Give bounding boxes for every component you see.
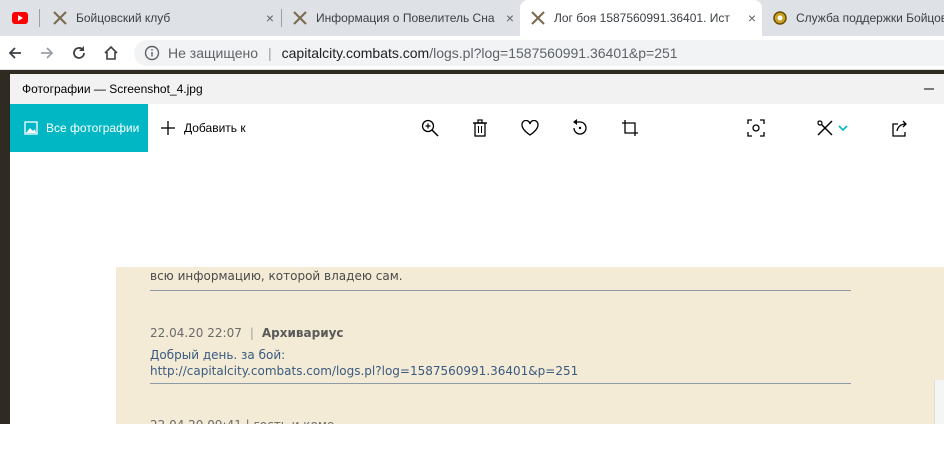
browser-tab-strip: Бойцовский клуб × Информация о Повелител… <box>0 0 944 36</box>
url-host: capitalcity.combats.com <box>281 45 430 61</box>
close-tab-icon[interactable]: × <box>266 11 274 25</box>
all-photos-label: Все фотографии <box>46 121 140 135</box>
share-button[interactable] <box>890 118 910 138</box>
trash-icon <box>473 119 487 137</box>
image-icon <box>24 121 38 135</box>
tab-title: Информация о Повелитель Сна <box>316 11 495 25</box>
post-text-line: Добрый день. за бой: <box>150 348 286 362</box>
tab-battle-log[interactable]: Лог боя 1587560991.36401. Ист × <box>520 0 762 36</box>
tab-separator <box>39 9 40 27</box>
post-header: 22.04.20 22:07 | Архивариус <box>150 326 344 340</box>
favorite-button[interactable] <box>520 118 540 138</box>
crop-button[interactable] <box>620 118 640 138</box>
crop-icon <box>622 120 638 136</box>
tab-fight-club[interactable]: Бойцовский клуб × <box>44 0 280 36</box>
rotate-icon <box>573 119 587 135</box>
tab-title: Лог боя 1587560991.36401. Ист <box>554 11 730 25</box>
plus-icon <box>161 121 175 135</box>
zoom-in-icon <box>421 119 439 137</box>
arrow-left-icon <box>8 47 21 59</box>
home-icon <box>104 45 118 60</box>
url-path: /logs.pl?log=1587560991.36401&p=251 <box>429 45 678 61</box>
tab-separator <box>281 9 282 27</box>
home-button[interactable] <box>100 42 122 64</box>
gear-icon <box>772 10 788 26</box>
share-icon <box>892 120 907 137</box>
address-bar[interactable]: Не защищено | capitalcity.combats.com/lo… <box>134 40 944 66</box>
photos-title-bar: Фотографии — Screenshot_4.jpg <box>10 74 944 104</box>
edit-tools-icon <box>817 120 833 136</box>
browser-toolbar: Не защищено | capitalcity.combats.com/lo… <box>0 36 944 70</box>
youtube-icon <box>12 10 28 26</box>
displayed-photo: всю информацию, которой владею сам. 22.0… <box>116 267 944 424</box>
delete-button[interactable] <box>470 118 490 138</box>
tab-youtube[interactable] <box>0 0 36 36</box>
photos-toolbar: Все фотографии Добавить к <box>10 104 944 152</box>
enhance-icon <box>747 119 765 137</box>
tab-title: Бойцовский клуб <box>76 11 171 25</box>
scrollbar-thumb[interactable] <box>934 380 944 424</box>
close-tab-icon[interactable]: × <box>506 11 514 25</box>
add-to-label: Добавить к <box>184 121 246 135</box>
arrow-right-icon <box>41 47 54 59</box>
close-tab-icon[interactable]: × <box>748 11 756 25</box>
heart-icon <box>521 120 539 136</box>
security-label: Не защищено <box>168 45 258 61</box>
post-log-link[interactable]: http://capitalcity.combats.com/logs.pl?l… <box>150 364 578 378</box>
url-text[interactable]: capitalcity.combats.com/logs.pl?log=1587… <box>282 45 678 61</box>
post-divider <box>150 383 851 384</box>
edit-create-button[interactable] <box>814 118 850 138</box>
add-to-button[interactable]: Добавить к <box>160 104 246 152</box>
post-author: Архивариус <box>261 326 344 340</box>
address-divider: | <box>268 45 272 61</box>
info-icon[interactable] <box>144 45 160 61</box>
crossed-swords-icon <box>292 10 308 26</box>
window-title: Фотографии — Screenshot_4.jpg <box>22 82 203 96</box>
back-button[interactable] <box>4 42 26 64</box>
tab-support[interactable]: Служба поддержки Бойцовс <box>764 0 944 36</box>
forward-button[interactable] <box>36 42 58 64</box>
tab-info-sleep-lord[interactable]: Информация о Повелитель Сна × <box>284 0 520 36</box>
zoom-button[interactable] <box>420 118 440 138</box>
all-photos-button[interactable]: Все фотографии <box>10 104 148 152</box>
post-divider <box>150 290 851 291</box>
post-date: 22.04.20 22:07 <box>150 326 242 340</box>
previous-post-tail: всю информацию, которой владею сам. <box>150 269 403 283</box>
photo-canvas-bottom <box>0 424 944 473</box>
minimize-button[interactable] <box>914 82 944 96</box>
post-body: Добрый день. за бой: http://capitalcity.… <box>150 347 578 379</box>
chevron-down-icon <box>838 125 848 132</box>
enhance-button[interactable] <box>746 118 766 138</box>
crossed-swords-icon <box>52 10 68 26</box>
reload-button[interactable] <box>68 42 90 64</box>
reload-icon <box>73 46 85 59</box>
post-meta-separator: | <box>249 326 254 340</box>
minimize-icon <box>924 88 934 90</box>
crossed-swords-icon <box>530 10 546 26</box>
tab-title: Служба поддержки Бойцовс <box>796 11 944 25</box>
rotate-button[interactable] <box>570 118 590 138</box>
